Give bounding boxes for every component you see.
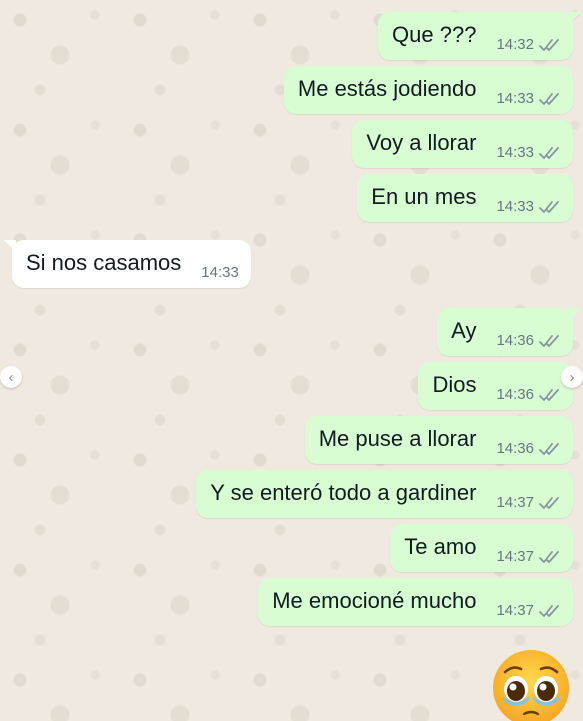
message-text: Y se enteró todo a gardiner	[210, 480, 477, 505]
double-check-icon	[539, 201, 559, 213]
double-check-icon	[539, 497, 559, 509]
message-bubble-outgoing[interactable]: Que ??? 14:32	[378, 12, 581, 60]
message-bubble-outgoing[interactable]: Me emocioné mucho 14:37	[258, 578, 573, 626]
message-time: 14:33	[496, 144, 534, 161]
message-time: 14:32	[496, 36, 534, 53]
message-bubble-incoming[interactable]: Si nos casamos 14:33	[4, 240, 251, 288]
bubble-tail	[569, 308, 581, 320]
message-text: Te amo	[404, 534, 477, 559]
message-time: 14:36	[496, 440, 534, 457]
message-meta: 14:33	[496, 144, 561, 168]
message-time: 14:36	[496, 332, 534, 349]
message-bubble-outgoing[interactable]: Me estás jodiendo 14:33	[283, 66, 573, 114]
message-meta: 14:33	[201, 264, 239, 288]
message-meta: 14:33	[496, 90, 561, 114]
message-text: Me puse a llorar	[318, 426, 477, 451]
message-bubble-outgoing[interactable]: Te amo 14:37	[390, 524, 573, 572]
bubble-tail	[4, 240, 16, 252]
double-check-icon	[539, 147, 559, 159]
next-arrow-button[interactable]: ›	[561, 366, 583, 388]
double-check-icon	[539, 443, 559, 455]
message-meta: 14:36	[496, 332, 561, 356]
message-meta: 14:36	[496, 386, 561, 410]
message-text: Dios	[432, 372, 477, 397]
message-bubble-outgoing[interactable]: Y se enteró todo a gardiner 14:37	[196, 470, 573, 518]
message-bubble-outgoing[interactable]: Dios 14:36	[418, 362, 573, 410]
message-text: Me emocioné mucho	[272, 588, 477, 613]
message-time: 14:33	[496, 90, 534, 107]
message-meta: 14:37	[496, 494, 561, 518]
message-time: 14:37	[496, 602, 534, 619]
message-text: Voy a llorar	[366, 130, 477, 155]
message-time: 14:33	[496, 198, 534, 215]
message-time: 14:33	[201, 264, 239, 281]
message-time: 14:37	[496, 548, 534, 565]
message-text: Que ???	[392, 22, 477, 47]
message-bubble-outgoing[interactable]: Voy a llorar 14:33	[352, 120, 573, 168]
message-meta: 14:37	[496, 548, 561, 572]
chevron-right-icon: ›	[569, 368, 575, 386]
message-meta: 14:32	[496, 36, 561, 60]
double-check-icon	[539, 389, 559, 401]
pleading-face-emoji-sticker[interactable]	[491, 648, 571, 721]
bubble-tail	[569, 12, 581, 24]
double-check-icon	[539, 551, 559, 563]
message-meta: 14:33	[496, 198, 561, 222]
double-check-icon	[539, 335, 559, 347]
message-text: Si nos casamos	[26, 250, 182, 275]
double-check-icon	[539, 605, 559, 617]
message-meta: 14:36	[496, 440, 561, 464]
chevron-left-icon: ‹	[8, 368, 14, 386]
message-bubble-outgoing[interactable]: Me puse a llorar 14:36	[304, 416, 573, 464]
message-list: Que ??? 14:32 Me estás jodiendo 14:33 Vo…	[0, 0, 583, 721]
message-time: 14:36	[496, 386, 534, 403]
message-time: 14:37	[496, 494, 534, 511]
message-bubble-outgoing[interactable]: Ay 14:36	[437, 308, 581, 356]
message-text: Ay	[451, 318, 477, 343]
previous-arrow-button[interactable]: ‹	[0, 366, 22, 388]
message-text: En un mes	[371, 184, 477, 209]
double-check-icon	[539, 39, 559, 51]
double-check-icon	[539, 93, 559, 105]
message-meta: 14:37	[496, 602, 561, 626]
message-bubble-outgoing[interactable]: En un mes 14:33	[357, 174, 573, 222]
message-text: Me estás jodiendo	[297, 76, 477, 101]
